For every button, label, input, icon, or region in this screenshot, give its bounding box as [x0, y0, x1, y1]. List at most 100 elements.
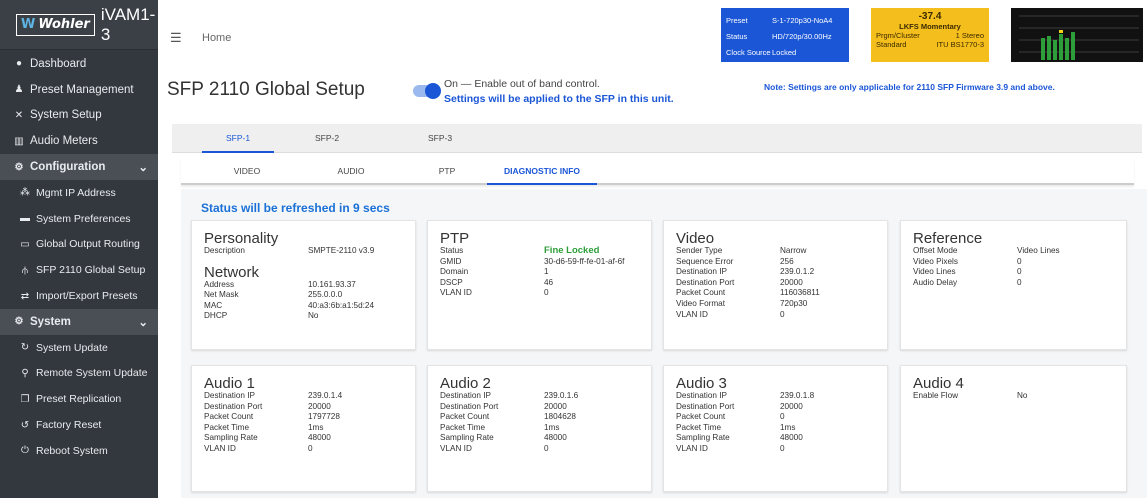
sidebar-item-system-setup[interactable]: ✕ System Setup — [0, 103, 158, 129]
keyboard-icon: ▬ — [20, 213, 30, 225]
sidebar-item-global-output-routing[interactable]: ▭ Global Output Routing — [0, 232, 158, 258]
card-title: Audio 2 — [440, 375, 491, 392]
kv-row: Video Pixels 0 — [913, 257, 1114, 268]
lkfs-label: LKFS Momentary — [899, 22, 961, 31]
sidebar-section-system[interactable]: ⚙ System ⌄ — [0, 308, 158, 335]
kv-row: Sender Type Narrow — [676, 246, 875, 257]
kv-key: Video Format — [676, 298, 725, 308]
power-icon: ⏻ — [21, 445, 29, 457]
sidebar-item-preset-replication[interactable]: ❐ Preset Replication — [0, 386, 158, 412]
kv-row: VLAN ID 0 — [440, 288, 639, 299]
kv-key: GMID — [440, 256, 462, 266]
kv-value: 20000 — [780, 277, 803, 287]
kv-row: Video Format 720p30 — [676, 299, 875, 310]
preset-status-panel[interactable]: Preset S-1-720p30-NoA4 Status HD/720p/30.0… — [721, 8, 849, 62]
kv-key: VLAN ID — [676, 309, 708, 319]
sidebar-item-system-preferences[interactable]: ▬ System Preferences — [0, 206, 158, 232]
kv-row: Address 10.161.93.37 — [204, 280, 403, 291]
kv-value: 48000 — [780, 433, 803, 443]
kv-row: Packet Time 1ms — [440, 423, 639, 434]
kv-key: Destination Port — [676, 401, 735, 411]
kv-row: Packet Count 116036811 — [676, 288, 875, 299]
clock-source-label: Clock Source — [726, 47, 771, 57]
kv-row: Sampling Rate 48000 — [440, 433, 639, 444]
firmware-note: Note: Settings are only applicable for 2… — [764, 82, 1055, 92]
card-title: Audio 1 — [204, 375, 255, 392]
sidebar-item-factory-reset[interactable]: ↺ Factory Reset — [0, 412, 158, 438]
kv-value: 1ms — [308, 422, 324, 432]
exchange-icon: ⇄ — [20, 290, 30, 302]
kv-key: Audio Delay — [913, 277, 958, 287]
sidebar-item-remote-update[interactable]: ⚲ Remote System Update — [0, 361, 158, 387]
kv-key: VLAN ID — [440, 288, 472, 298]
kv-value: 1ms — [780, 422, 796, 432]
sidebar: W Wohler iVAM1-3 ● Dashboard ♟ Preset Manag… — [0, 0, 158, 498]
kv-value: 239.0.1.8 — [780, 391, 815, 400]
kv-row: Destination IP 239.0.1.2 — [676, 267, 875, 278]
kv-row: Destination IP 239.0.1.4 — [204, 391, 403, 402]
kv-value: 10.161.93.37 — [308, 279, 356, 289]
kv-key: VLAN ID — [440, 443, 472, 453]
sidebar-item-audio-meters[interactable]: ▥ Audio Meters — [0, 128, 158, 154]
sub-tab-bar: VIDEO AUDIO PTP DIAGNOSTIC INFO — [181, 157, 1134, 185]
sidebar-item-system-update[interactable]: ↻ System Update — [0, 335, 158, 361]
sidebar-item-dashboard[interactable]: ● Dashboard — [0, 51, 158, 77]
sidebar-item-import-export[interactable]: ⇄ Import/Export Presets — [0, 283, 158, 309]
meter-graphic — [1019, 15, 1139, 60]
lkfs-panel[interactable]: -37.4 LKFS Momentary Prgm/Cluster 1 Stere… — [871, 8, 989, 62]
tab-sfp-2[interactable]: SFP-2 — [302, 124, 352, 153]
kv-row: Packet Count 0 — [676, 412, 875, 423]
tab-audio[interactable]: AUDIO — [323, 157, 379, 185]
kv-value: 46 — [544, 277, 554, 287]
sidebar-item-preset-management[interactable]: ♟ Preset Management — [0, 77, 158, 103]
kv-value: 255.0.0.0 — [308, 290, 343, 300]
tab-diagnostic-info[interactable]: DIAGNOSTIC INFO — [487, 157, 597, 185]
tab-sfp-1[interactable]: SFP-1 — [202, 124, 274, 153]
ptp-lock-status: Fine Locked — [544, 245, 600, 256]
standard-label: Standard — [876, 40, 907, 49]
kv-key: Destination IP — [204, 391, 255, 400]
kv-row: VLAN ID 0 — [440, 444, 639, 455]
top-header: ☰ Home — [158, 0, 1147, 60]
tab-video[interactable]: VIDEO — [217, 157, 277, 185]
sidebar-item-sfp-2110[interactable]: ⫛ SFP 2110 Global Setup — [0, 257, 158, 283]
status-label: Status — [726, 31, 748, 41]
kv-key: Domain — [440, 267, 469, 277]
refresh-icon: ↻ — [20, 342, 30, 354]
sidebar-section-configuration[interactable]: ⚙ Configuration ⌄ — [0, 154, 158, 180]
page-title: SFP 2110 Global Setup — [167, 79, 365, 100]
preset-label: Preset — [726, 15, 748, 25]
kv-value: 20000 — [544, 401, 567, 411]
kv-row: Destination Port 20000 — [204, 402, 403, 413]
out-of-band-toggle[interactable] — [413, 83, 441, 99]
sidebar-item-reboot[interactable]: ⏻ Reboot System — [0, 438, 158, 464]
video-card: Video Sender Type Narrow Sequence Error 25… — [663, 220, 888, 350]
card-subtitle: Network — [204, 263, 260, 281]
audio-meter-thumbnail[interactable] — [1011, 8, 1143, 62]
prgm-cluster-label: Prgm/Cluster — [876, 31, 920, 40]
kv-value: 20000 — [308, 401, 331, 411]
brand[interactable]: W Wohler iVAM1-3 — [0, 0, 158, 50]
kv-row: Video Lines 0 — [913, 267, 1114, 278]
kv-value: 1 — [544, 267, 549, 277]
hamburger-menu-icon[interactable]: ☰ — [170, 30, 182, 46]
kv-row: Net Mask 255.0.0.0 — [204, 290, 403, 301]
kv-key: Video Pixels — [913, 256, 958, 266]
tab-ptp[interactable]: PTP — [429, 157, 465, 185]
kv-key: DSCP — [440, 277, 463, 287]
sfp-tab-bar: SFP-1 SFP-2 SFP-3 — [172, 124, 1142, 153]
kv-value: 0 — [308, 443, 313, 453]
toggle-note: Settings will be applied to the SFP in t… — [444, 93, 674, 105]
breadcrumb[interactable]: Home — [202, 32, 231, 44]
kv-value: 1797728 — [308, 412, 340, 422]
kv-row: Destination Port 20000 — [676, 278, 875, 289]
tab-sfp-3[interactable]: SFP-3 — [415, 124, 465, 153]
kv-row: Destination Port 20000 — [440, 402, 639, 413]
kv-row: Packet Count 1797728 — [204, 412, 403, 423]
kv-key: Sampling Rate — [676, 433, 730, 443]
kv-row: Packet Count 1804628 — [440, 412, 639, 423]
kv-value: 0 — [780, 412, 785, 422]
kv-key: Sequence Error — [676, 256, 734, 266]
sidebar-item-mgmt-ip[interactable]: ⁂ Mgmt IP Address — [0, 180, 158, 206]
standard-value: ITU BS1770-3 — [936, 40, 984, 49]
